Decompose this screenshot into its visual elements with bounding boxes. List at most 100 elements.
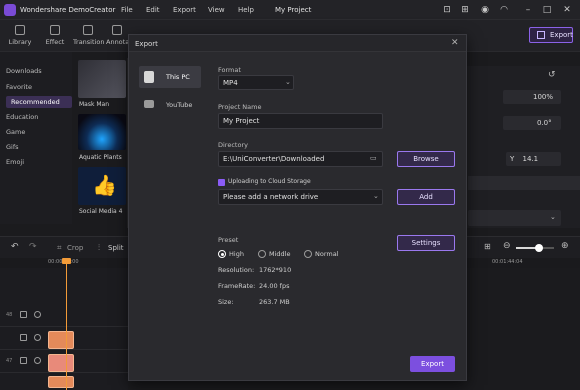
effect-icon bbox=[50, 25, 60, 35]
dialog-title: Export bbox=[135, 40, 158, 48]
y-label: Y bbox=[510, 155, 515, 163]
thumbnail-label: Aquatic Plants bbox=[79, 154, 122, 161]
quality-normal-label[interactable]: Normal bbox=[315, 250, 339, 258]
eye-icon[interactable] bbox=[34, 311, 41, 318]
quality-normal-radio[interactable] bbox=[304, 250, 312, 258]
close-icon[interactable]: ✕ bbox=[561, 4, 573, 16]
title-bar: Wondershare DemoCreator File Edit Export… bbox=[0, 0, 580, 20]
project-name-input[interactable]: My Project bbox=[218, 113, 383, 129]
menu-export[interactable]: Export bbox=[173, 6, 196, 14]
settings-button[interactable]: Settings bbox=[397, 235, 455, 251]
redo-icon[interactable]: ↷ bbox=[29, 242, 37, 252]
category-recommended[interactable]: Recommended bbox=[6, 96, 72, 108]
export-dialog: Export ✕ This PC YouTube Format MP4 ⌄ Pr… bbox=[128, 34, 467, 381]
gift-icon[interactable]: ⊞ bbox=[459, 4, 471, 16]
properties-section-bar bbox=[468, 176, 580, 190]
network-drive-select[interactable]: Please add a network drive ⌄ bbox=[218, 189, 383, 205]
category-downloads[interactable]: Downloads bbox=[6, 67, 42, 75]
position-y-field[interactable]: Y 14.1 bbox=[506, 152, 561, 166]
quality-middle-label[interactable]: Middle bbox=[269, 250, 290, 258]
timeline-clip[interactable] bbox=[48, 354, 74, 372]
fit-icon[interactable]: ⊞ bbox=[484, 242, 491, 251]
directory-input[interactable]: E:\UniConverter\Downloaded ▭ bbox=[218, 151, 383, 167]
thumbnail-label: Social Media 4 bbox=[79, 208, 123, 215]
quality-high-radio[interactable] bbox=[218, 250, 226, 258]
resolution-label: Resolution: bbox=[218, 266, 255, 274]
eye-icon[interactable] bbox=[34, 357, 41, 364]
reset-icon[interactable]: ↺ bbox=[548, 70, 556, 80]
timeline-clip[interactable] bbox=[48, 376, 74, 388]
menu-edit[interactable]: Edit bbox=[146, 6, 160, 14]
tool-effect[interactable]: Effect bbox=[40, 22, 70, 46]
dialog-close-icon[interactable]: ✕ bbox=[451, 38, 459, 48]
chevron-down-icon: ⌄ bbox=[373, 192, 379, 200]
zoom-slider-handle[interactable] bbox=[535, 244, 543, 252]
app-logo-icon bbox=[4, 4, 16, 16]
thumbnail-social-media[interactable]: 👍 bbox=[78, 167, 126, 205]
folder-icon[interactable]: ▭ bbox=[370, 154, 377, 162]
quality-middle-radio[interactable] bbox=[258, 250, 266, 258]
format-select[interactable]: MP4 ⌄ bbox=[218, 75, 294, 90]
target-label: This PC bbox=[166, 73, 190, 81]
timeline-clip[interactable] bbox=[48, 331, 74, 349]
support-icon[interactable]: ◠ bbox=[498, 4, 510, 16]
annotation-icon bbox=[112, 25, 122, 35]
category-favorite[interactable]: Favorite bbox=[6, 83, 32, 91]
network-drive-placeholder: Please add a network drive bbox=[223, 193, 319, 201]
export-button[interactable]: Export bbox=[529, 27, 573, 43]
format-value: MP4 bbox=[223, 79, 238, 87]
add-drive-button[interactable]: Add bbox=[397, 189, 455, 205]
category-education[interactable]: Education bbox=[6, 113, 38, 121]
tool-library[interactable]: Library bbox=[5, 22, 35, 46]
minimize-icon[interactable]: – bbox=[522, 4, 534, 16]
size-label: Size: bbox=[218, 298, 234, 306]
cloud-checkbox[interactable] bbox=[218, 179, 225, 186]
lock-icon[interactable] bbox=[20, 334, 27, 341]
crop-button[interactable]: Crop bbox=[67, 244, 83, 252]
eye-icon[interactable] bbox=[34, 334, 41, 341]
track-number: 47 bbox=[6, 358, 13, 364]
lock-icon[interactable] bbox=[20, 357, 27, 364]
preset-label: Preset bbox=[218, 236, 239, 244]
playhead[interactable] bbox=[66, 258, 67, 390]
split-icon[interactable]: ⫶ bbox=[98, 243, 100, 253]
dialog-export-button[interactable]: Export bbox=[410, 356, 455, 372]
tool-annotation[interactable]: Annotation bbox=[106, 22, 128, 46]
tool-transition[interactable]: Transition bbox=[73, 22, 104, 46]
target-this-pc[interactable]: This PC bbox=[139, 66, 201, 88]
zoom-out-icon[interactable]: ⊖ bbox=[503, 241, 511, 251]
menu-file[interactable]: File bbox=[121, 6, 133, 14]
thumbnail-mask-man[interactable] bbox=[78, 60, 126, 98]
chevron-down-icon: ⌄ bbox=[285, 78, 291, 86]
framerate-label: FrameRate: bbox=[218, 282, 256, 290]
menu-help[interactable]: Help bbox=[238, 6, 254, 14]
playhead-handle[interactable] bbox=[62, 258, 71, 264]
target-youtube[interactable]: YouTube bbox=[139, 94, 201, 116]
zoom-in-icon[interactable]: ⊕ bbox=[561, 241, 569, 251]
split-button[interactable]: Split bbox=[108, 244, 124, 252]
dialog-header: Export ✕ bbox=[129, 35, 466, 52]
cloud-label: Uploading to Cloud Storage bbox=[228, 178, 311, 185]
computer-icon bbox=[144, 71, 154, 83]
cart-icon[interactable]: ⊡ bbox=[441, 4, 453, 16]
thumbs-up-icon: 👍 bbox=[92, 173, 117, 197]
blend-mode-select[interactable]: ⌄ bbox=[468, 210, 561, 226]
undo-icon[interactable]: ↶ bbox=[11, 242, 19, 252]
rotation-field[interactable]: 0.0° bbox=[503, 116, 561, 130]
thumbnail-aquatic-plants[interactable] bbox=[78, 114, 126, 150]
app-title: Wondershare DemoCreator bbox=[20, 6, 116, 14]
transition-icon bbox=[83, 25, 93, 35]
y-value: 14.1 bbox=[522, 155, 539, 163]
crop-icon[interactable]: ⌗ bbox=[57, 243, 62, 253]
browse-button[interactable]: Browse bbox=[397, 151, 455, 167]
quality-high-label[interactable]: High bbox=[229, 250, 244, 258]
menu-view[interactable]: View bbox=[208, 6, 225, 14]
lock-icon[interactable] bbox=[20, 311, 27, 318]
account-icon[interactable]: ◉ bbox=[479, 4, 491, 16]
maximize-icon[interactable]: □ bbox=[541, 4, 553, 16]
category-gifs[interactable]: Gifs bbox=[6, 143, 19, 151]
scale-field[interactable]: 100% bbox=[503, 90, 561, 104]
thumbnail-label: Mask Man bbox=[79, 101, 110, 108]
category-game[interactable]: Game bbox=[6, 128, 25, 136]
category-emoji[interactable]: Emoji bbox=[6, 158, 24, 166]
